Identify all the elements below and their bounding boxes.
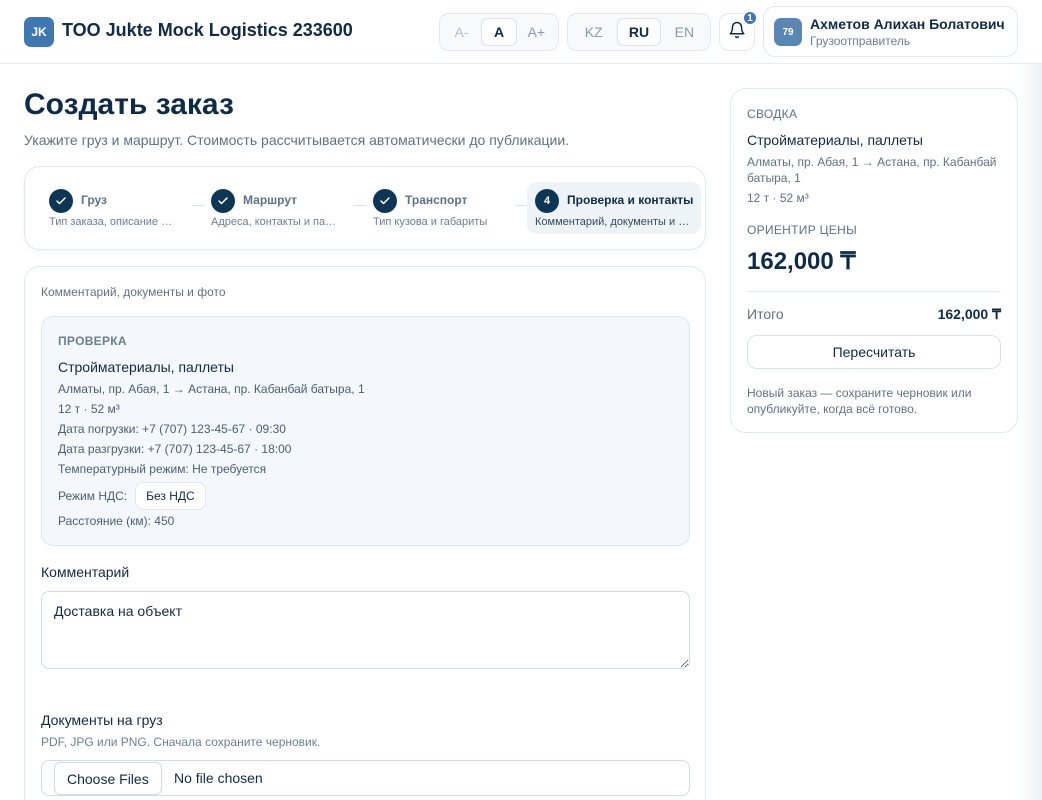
- step-title: Проверка и контакты: [567, 193, 694, 207]
- total-label: Итого: [747, 306, 784, 322]
- font-size-default-button[interactable]: A: [481, 18, 517, 46]
- total-value: 162,000 ₸: [937, 306, 1001, 322]
- language-ru-button[interactable]: RU: [617, 18, 661, 46]
- page-edge-shadow: [1018, 64, 1042, 800]
- summary-spec: 12 т · 52 м³: [747, 191, 809, 205]
- summary-heading: СВОДКА: [747, 107, 798, 121]
- page-title: Создать заказ: [24, 88, 234, 121]
- user-role: Грузоотправитель: [810, 34, 911, 48]
- language-kz-button[interactable]: KZ: [572, 18, 615, 46]
- font-size-switcher: A- A A+: [439, 13, 559, 51]
- choose-files-button[interactable]: Choose Files: [54, 762, 162, 795]
- language-switcher: KZ RU EN: [567, 13, 711, 51]
- summary-note: Новый заказ — сохраните черновик или опу…: [747, 386, 972, 416]
- step-description: Тип кузова и габариты: [373, 216, 488, 228]
- check-icon: [49, 189, 73, 213]
- check-icon: [211, 189, 235, 213]
- price-estimate-label: ОРИЕНТИР ЦЕНЫ: [747, 223, 857, 237]
- summary-divider: [747, 291, 1001, 292]
- review-heading: ПРОВЕРКА: [58, 334, 127, 348]
- notification-count-badge: 1: [742, 10, 758, 26]
- company-name: TOO Jukte Mock Logistics 233600: [62, 20, 353, 40]
- vat-row: Режим НДС: Без НДС: [58, 482, 206, 510]
- documents-hint: PDF, JPG или PNG. Сначала сохраните черн…: [41, 735, 321, 749]
- language-en-button[interactable]: EN: [663, 18, 706, 46]
- font-size-increase-button[interactable]: A+: [519, 18, 554, 46]
- review-distance: Расстояние (км): 450: [58, 514, 175, 528]
- page-subtitle: Укажите груз и маршрут. Стоимость рассчи…: [24, 132, 570, 148]
- company-logo: JK: [24, 17, 54, 47]
- review-route: Алматы, пр. Абая, 1 → Астана, пр. Кабанб…: [58, 382, 365, 396]
- step-route[interactable]: Маршрут Адреса, контакты и па…: [211, 182, 351, 234]
- review-spec: 12 т · 52 м³: [58, 402, 120, 416]
- step-title: Маршрут: [243, 193, 298, 207]
- bell-icon: [728, 21, 746, 44]
- review-temperature: Температурный режим: Не требуется: [58, 462, 267, 476]
- recalculate-button[interactable]: Пересчитать: [747, 335, 1001, 369]
- summary-route: Алматы, пр. Абая, 1 → Астана, пр. Кабанб…: [747, 155, 997, 185]
- step-cargo[interactable]: Груз Тип заказа, описание …: [49, 182, 189, 234]
- summary-cargo: Стройматериалы, паллеты: [747, 132, 923, 148]
- review-cargo: Стройматериалы, паллеты: [58, 359, 234, 375]
- order-stepper: Груз Тип заказа, описание … Маршрут Адре…: [24, 166, 706, 250]
- step-connector: [192, 205, 204, 206]
- section-caption: Комментарий, документы и фото: [41, 285, 226, 299]
- review-loading: Дата погрузки: +7 (707) 123-45-67 · 09:3…: [58, 422, 286, 436]
- step-review-contacts[interactable]: 4 Проверка и контакты Комментарий, докум…: [527, 182, 701, 234]
- user-menu[interactable]: 79 Ахметов Алихан Болатович Грузоотправи…: [763, 6, 1018, 57]
- avatar: 79: [774, 18, 802, 46]
- step-description: Адреса, контакты и па…: [211, 216, 337, 228]
- step-connector: [354, 205, 366, 206]
- documents-label: Документы на груз: [41, 712, 163, 728]
- top-header: JK TOO Jukte Mock Logistics 233600 A- A …: [0, 0, 1042, 64]
- comment-label: Комментарий: [41, 564, 130, 580]
- review-unloading: Дата разгрузки: +7 (707) 123-45-67 · 18:…: [58, 442, 292, 456]
- step-description: Тип заказа, описание …: [49, 216, 173, 228]
- step-title: Груз: [81, 193, 107, 207]
- user-name: Ахметов Алихан Болатович: [810, 16, 1005, 32]
- comment-textarea[interactable]: Доставка на объект: [41, 591, 690, 669]
- vat-value-chip: Без НДС: [135, 482, 206, 510]
- step-transport[interactable]: Транспорт Тип кузова и габариты: [373, 182, 513, 234]
- step-title: Транспорт: [405, 193, 468, 207]
- step-number: 4: [535, 189, 559, 213]
- step-description: Комментарий, документы и …: [535, 216, 690, 228]
- order-summary: СВОДКА Стройматериалы, паллеты Алматы, п…: [730, 88, 1018, 433]
- order-form-card: Комментарий, документы и фото ПРОВЕРКА С…: [24, 266, 706, 800]
- check-icon: [373, 189, 397, 213]
- price-estimate: 162,000 ₸: [747, 248, 856, 275]
- font-size-decrease-button[interactable]: A-: [444, 18, 479, 46]
- file-status: No file chosen: [174, 770, 263, 786]
- documents-file-input[interactable]: Choose Files No file chosen: [41, 760, 690, 796]
- vat-label: Режим НДС:: [58, 489, 128, 503]
- review-panel: ПРОВЕРКА Стройматериалы, паллеты Алматы,…: [41, 316, 690, 546]
